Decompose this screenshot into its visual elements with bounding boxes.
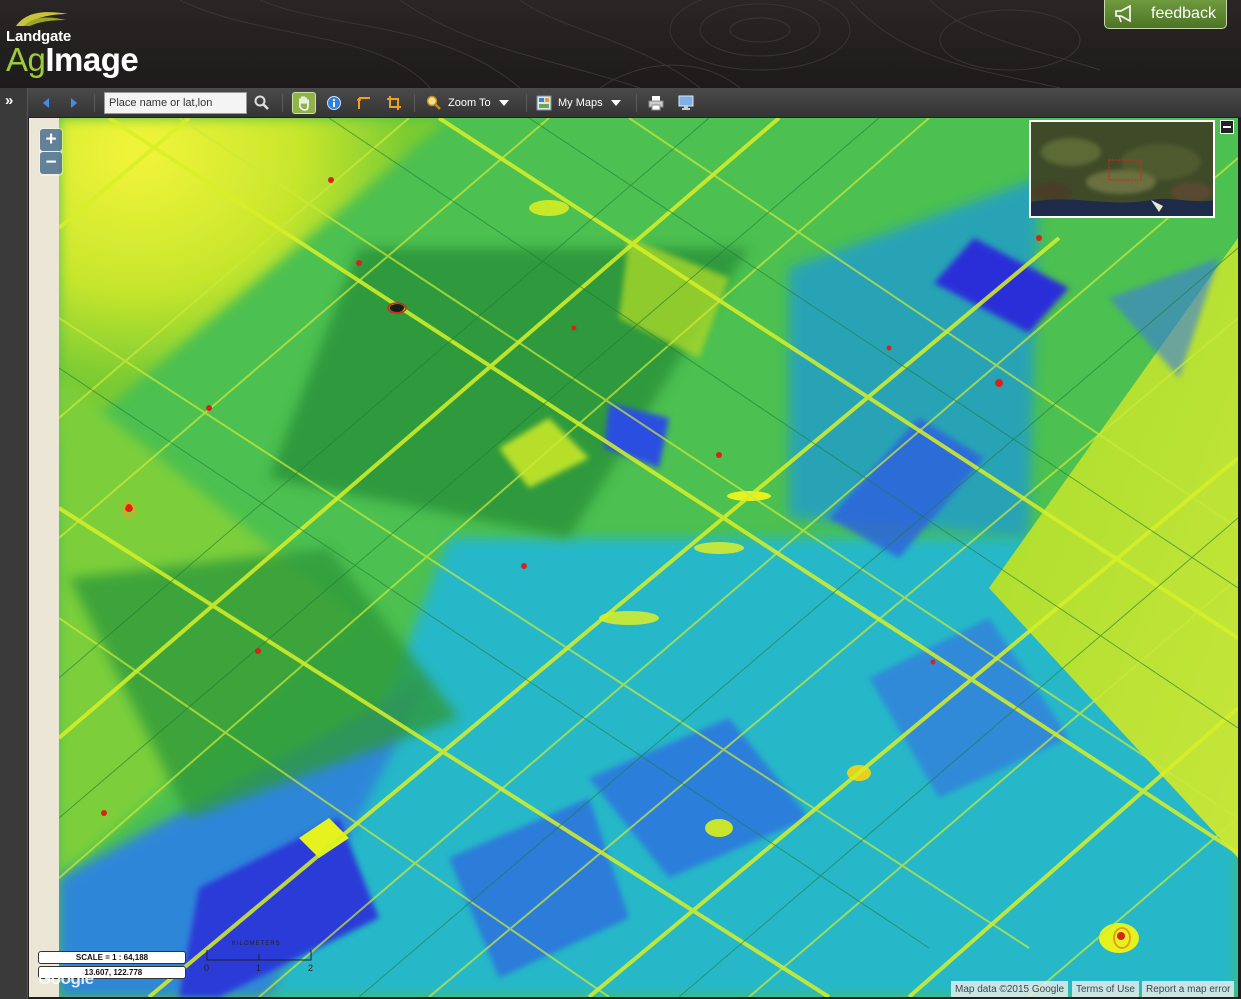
toolbar-divider (636, 94, 637, 112)
crop-icon (387, 96, 401, 110)
arrow-left-icon (43, 98, 49, 108)
map-attribution: Map data ©2015 Google (951, 981, 1069, 997)
expand-panel-icon[interactable]: » (5, 92, 13, 109)
place-search-input[interactable] (104, 92, 247, 114)
arrow-right-icon (71, 98, 77, 108)
search-icon (254, 95, 269, 110)
landgate-leaf-icon (16, 12, 68, 26)
toolbar-divider (282, 94, 283, 112)
scalebar-tick-2: 2 (308, 963, 314, 973)
side-panel-rail: » (0, 88, 28, 999)
terms-of-use-link[interactable]: Terms of Use (1072, 981, 1139, 997)
measure-icon (357, 97, 370, 109)
back-button[interactable] (40, 93, 52, 113)
brand-ag-text: Ag (6, 41, 46, 78)
brand-image-text: Image (45, 41, 139, 78)
zoom-to-label: Zoom To (448, 97, 491, 109)
overview-map[interactable] (1029, 120, 1215, 218)
hand-icon (299, 96, 309, 111)
my-maps-dropdown[interactable]: My Maps (536, 93, 621, 113)
forward-button[interactable] (68, 93, 80, 113)
monitor-icon (678, 95, 694, 110)
overview-collapse-button[interactable] (1220, 120, 1234, 134)
map-viewport[interactable]: + − SCALE = 1 : 64,188 -13.607, 122.778 … (29, 118, 1238, 997)
map-layers-icon (536, 95, 552, 111)
identify-tool-button[interactable] (326, 93, 342, 113)
overview-imagery (1031, 122, 1213, 216)
ndvi-imagery-layer (29, 118, 1238, 997)
feedback-button[interactable]: feedback (1104, 0, 1227, 29)
toolbar-divider (526, 94, 527, 112)
search-button[interactable] (254, 93, 270, 113)
scalebar-tick-1: 1 (256, 963, 262, 973)
map-margin (29, 118, 59, 997)
magnifier-icon (426, 95, 441, 110)
google-logo: Google (38, 969, 94, 988)
chevron-down-icon (610, 100, 621, 106)
scalebar (206, 950, 312, 961)
info-icon (327, 96, 341, 110)
zoom-in-button[interactable]: + (40, 129, 62, 151)
zoom-out-button[interactable]: − (40, 152, 62, 174)
feedback-label: feedback (1151, 5, 1216, 22)
app-header: Landgate AgImage feedback (0, 0, 1241, 88)
map-toolbar: Zoom To My Maps (28, 88, 1241, 118)
zoom-controls: + − (39, 128, 63, 176)
measure-tool-button[interactable] (356, 93, 372, 113)
crop-tool-button[interactable] (386, 93, 402, 113)
chevron-down-icon (498, 100, 509, 106)
report-map-error-link[interactable]: Report a map error (1142, 981, 1235, 997)
toolbar-divider (94, 94, 95, 112)
toolbar-divider (414, 94, 415, 112)
zoom-to-dropdown[interactable]: Zoom To (426, 93, 509, 113)
pan-tool-button[interactable] (292, 92, 316, 114)
scalebar-title: KILOMETERS (232, 941, 281, 947)
scalebar-tick-0: 0 (204, 963, 210, 973)
brand-agimage-text: AgImage (6, 41, 139, 78)
printer-icon (648, 96, 664, 111)
scale-readout: SCALE = 1 : 64,188 (38, 951, 186, 964)
print-button[interactable] (648, 93, 664, 113)
screen-button[interactable] (678, 93, 694, 113)
megaphone-icon (1115, 4, 1131, 23)
contour-background (179, 0, 1101, 88)
my-maps-label: My Maps (558, 97, 603, 109)
landgate-agimage-logo: Landgate AgImage (6, 8, 166, 84)
